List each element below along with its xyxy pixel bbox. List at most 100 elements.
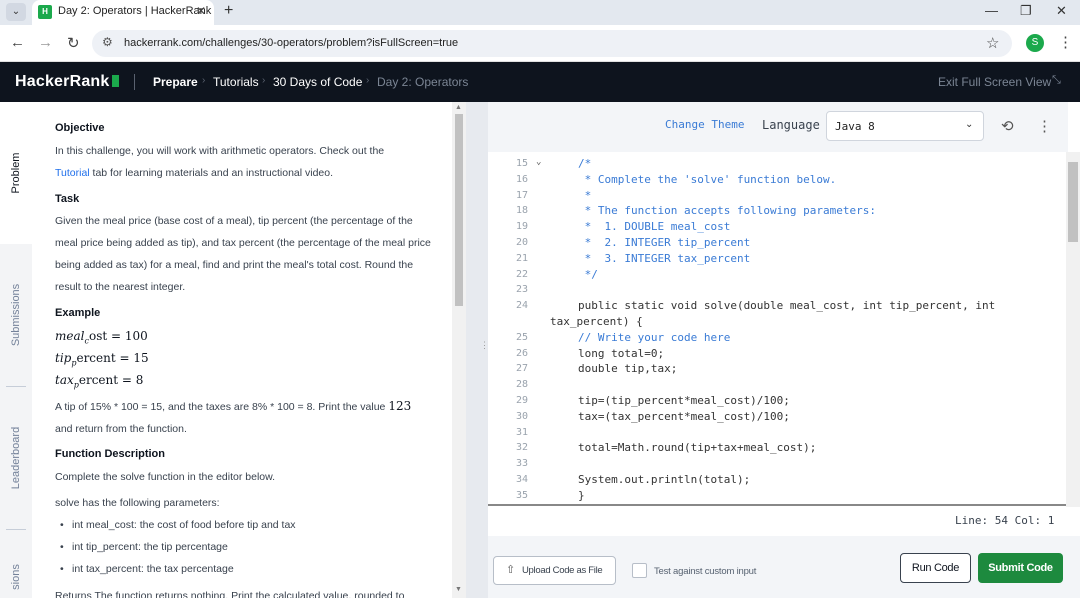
crumb-30-days[interactable]: 30 Days of Code bbox=[273, 75, 362, 89]
code-line[interactable]: 16 * Complete the 'solve' function below… bbox=[488, 173, 1066, 189]
forward-icon[interactable]: → bbox=[38, 34, 53, 51]
browser-tab-bar: ⌄ H Day 2: Operators | HackerRank ✕ + — … bbox=[0, 0, 1080, 25]
kebab-icon[interactable]: ⋮ bbox=[1058, 33, 1073, 51]
code-line[interactable]: 17 * bbox=[488, 189, 1066, 205]
language-value: Java 8 bbox=[835, 120, 875, 133]
scroll-down-icon[interactable]: ▼ bbox=[455, 586, 462, 593]
line-number: 22 bbox=[515, 268, 528, 280]
code-comment: */ bbox=[578, 267, 598, 281]
logo-text: HackerRank bbox=[15, 73, 110, 90]
url-field[interactable]: ⚙ hackerrank.com/challenges/30-operators… bbox=[92, 30, 1012, 57]
code-line[interactable]: 34 System.out.println(total); bbox=[488, 473, 1066, 489]
code-line[interactable]: 26 long total=0; bbox=[488, 347, 1066, 363]
code-comment: * Complete the 'solve' function below. bbox=[578, 172, 837, 186]
star-icon[interactable]: ☆ bbox=[986, 34, 999, 52]
code-comment: * 3. INTEGER tax_percent bbox=[578, 251, 751, 265]
code-text: long total=0; bbox=[578, 346, 665, 360]
upload-icon: ⇧ bbox=[506, 564, 516, 576]
submit-code-button[interactable]: Submit Code bbox=[978, 553, 1063, 583]
code-comment: // Write your code here bbox=[578, 330, 731, 344]
kebab-icon[interactable]: ⋮ bbox=[1037, 117, 1052, 135]
custom-input-label[interactable]: Test against custom input bbox=[654, 566, 756, 577]
fold-chevron-icon[interactable]: ⌄ bbox=[536, 157, 541, 167]
tab-submissions[interactable]: Submissions bbox=[0, 244, 32, 386]
code-line[interactable]: 24 public static void solve(double meal_c… bbox=[488, 299, 1066, 315]
site-info-icon[interactable]: ⚙ bbox=[102, 35, 113, 49]
run-code-button[interactable]: Run Code bbox=[900, 553, 971, 583]
change-theme-button[interactable]: Change Theme bbox=[665, 118, 744, 131]
upload-code-button[interactable]: ⇧ Upload Code as File bbox=[493, 556, 616, 585]
line-number: 23 bbox=[515, 284, 528, 296]
problem-statement: Objective In this challenge, you will wo… bbox=[32, 102, 452, 598]
line-number: 20 bbox=[515, 237, 528, 248]
code-line[interactable]: 21 * 3. INTEGER tax_percent bbox=[488, 252, 1066, 268]
code-text: total=Math.round(tip+tax+meal_cost); bbox=[578, 441, 817, 455]
example-value: 123 bbox=[388, 399, 412, 413]
browser-tab[interactable]: H Day 2: Operators | HackerRank ✕ bbox=[32, 0, 214, 25]
code-text: tip=(tip_percent*meal_cost)/100; bbox=[578, 394, 790, 407]
line-number: 18 bbox=[515, 205, 528, 217]
code-line[interactable]: 22 */ bbox=[488, 268, 1066, 284]
crumb-prepare[interactable]: Prepare bbox=[153, 75, 198, 89]
code-line[interactable]: 15 ⌄ /* bbox=[488, 157, 1066, 173]
code-line[interactable]: 35} bbox=[488, 489, 1066, 505]
code-line[interactable]: 29 tip=(tip_percent*meal_cost)/100; bbox=[488, 394, 1066, 410]
editor-scrollbar[interactable] bbox=[1066, 152, 1080, 507]
back-icon[interactable]: ← bbox=[10, 34, 25, 51]
line-number: 16 bbox=[515, 173, 528, 185]
hackerrank-logo[interactable]: HackerRank bbox=[15, 73, 119, 91]
window-close-icon[interactable]: ✕ bbox=[1056, 3, 1067, 19]
line-number: 26 bbox=[515, 347, 528, 359]
exit-fullscreen-link[interactable]: Exit Full Screen View bbox=[938, 75, 1051, 89]
reload-icon[interactable]: ↻ bbox=[67, 34, 80, 52]
profile-avatar[interactable]: S bbox=[1026, 34, 1044, 52]
hackerrank-favicon-icon: H bbox=[38, 5, 52, 19]
language-select[interactable]: Java 8 ⌄ bbox=[826, 111, 984, 141]
code-text: tax=(tax_percent*meal_cost)/100; bbox=[578, 409, 790, 423]
tab-problem[interactable]: Problem bbox=[0, 102, 32, 244]
horizontal-scrollbar[interactable] bbox=[488, 504, 1066, 506]
code-line[interactable]: 28 bbox=[488, 378, 1066, 394]
code-editor-panel: Change Theme Language Java 8 ⌄ ⟲ ⋮ 15 ⌄ /*… bbox=[488, 102, 1080, 598]
line-number: 35 bbox=[515, 489, 528, 501]
example-explanation: A tip of 15% * 100 = 15, and the taxes a… bbox=[55, 399, 412, 435]
chevron-down-icon[interactable]: ⌄ bbox=[6, 3, 26, 21]
tutorial-link[interactable]: Tutorial bbox=[55, 167, 90, 179]
objective-text: In this challenge, you will work with ar… bbox=[55, 145, 385, 179]
code-line[interactable]: 27 double tip,tax; bbox=[488, 362, 1066, 378]
close-icon[interactable]: ✕ bbox=[196, 4, 206, 18]
crumb-tutorials[interactable]: Tutorials bbox=[213, 75, 259, 89]
code-text: System.out.println(total); bbox=[578, 473, 751, 486]
problem-scrollbar[interactable]: ▲ ▼ bbox=[452, 102, 466, 598]
chevron-right-icon: › bbox=[366, 75, 370, 86]
code-line[interactable]: 18 * The function accepts following para… bbox=[488, 204, 1066, 220]
tab-leaderboard[interactable]: Leaderboard bbox=[0, 387, 32, 529]
code-area[interactable]: 15 ⌄ /* 16 * Complete the 'solve' function … bbox=[488, 152, 1066, 504]
code-line[interactable]: 32 total=Math.round(tip+tax+meal_cost); bbox=[488, 441, 1066, 457]
collapse-icon[interactable]: ⤡ bbox=[1052, 74, 1061, 87]
param-item: int tip_percent: the tip percentage bbox=[60, 541, 228, 553]
scroll-up-icon[interactable]: ▲ bbox=[455, 104, 462, 111]
minimize-icon[interactable]: — bbox=[985, 3, 998, 18]
scrollbar-thumb[interactable] bbox=[1068, 162, 1078, 242]
tab-discussions[interactable]: sions bbox=[0, 542, 32, 612]
scrollbar-thumb[interactable] bbox=[455, 114, 463, 306]
code-line[interactable]: 30 tax=(tax_percent*meal_cost)/100; bbox=[488, 410, 1066, 426]
task-text: Given the meal price (base cost of a mea… bbox=[55, 215, 431, 293]
url-text: hackerrank.com/challenges/30-operators/p… bbox=[124, 37, 459, 49]
line-number: 34 bbox=[515, 474, 528, 485]
plus-icon[interactable]: + bbox=[224, 2, 233, 20]
code-line[interactable]: 33 bbox=[488, 457, 1066, 473]
code-line[interactable]: tax_percent) { bbox=[488, 315, 1066, 331]
line-number: 31 bbox=[515, 426, 528, 438]
code-line[interactable]: 20 * 2. INTEGER tip_percent bbox=[488, 236, 1066, 252]
custom-input-checkbox[interactable] bbox=[632, 563, 647, 578]
code-line[interactable]: 19 * 1. DOUBLE meal_cost bbox=[488, 220, 1066, 236]
history-icon[interactable]: ⟲ bbox=[1001, 117, 1014, 135]
language-label: Language bbox=[762, 118, 820, 132]
code-line[interactable]: 23 bbox=[488, 283, 1066, 299]
vertical-tab-bar: Problem Submissions Leaderboard sions bbox=[0, 102, 32, 598]
code-line[interactable]: 25 // Write your code here bbox=[488, 331, 1066, 347]
restore-icon[interactable]: ❐ bbox=[1020, 3, 1032, 19]
code-line[interactable]: 31 bbox=[488, 426, 1066, 442]
